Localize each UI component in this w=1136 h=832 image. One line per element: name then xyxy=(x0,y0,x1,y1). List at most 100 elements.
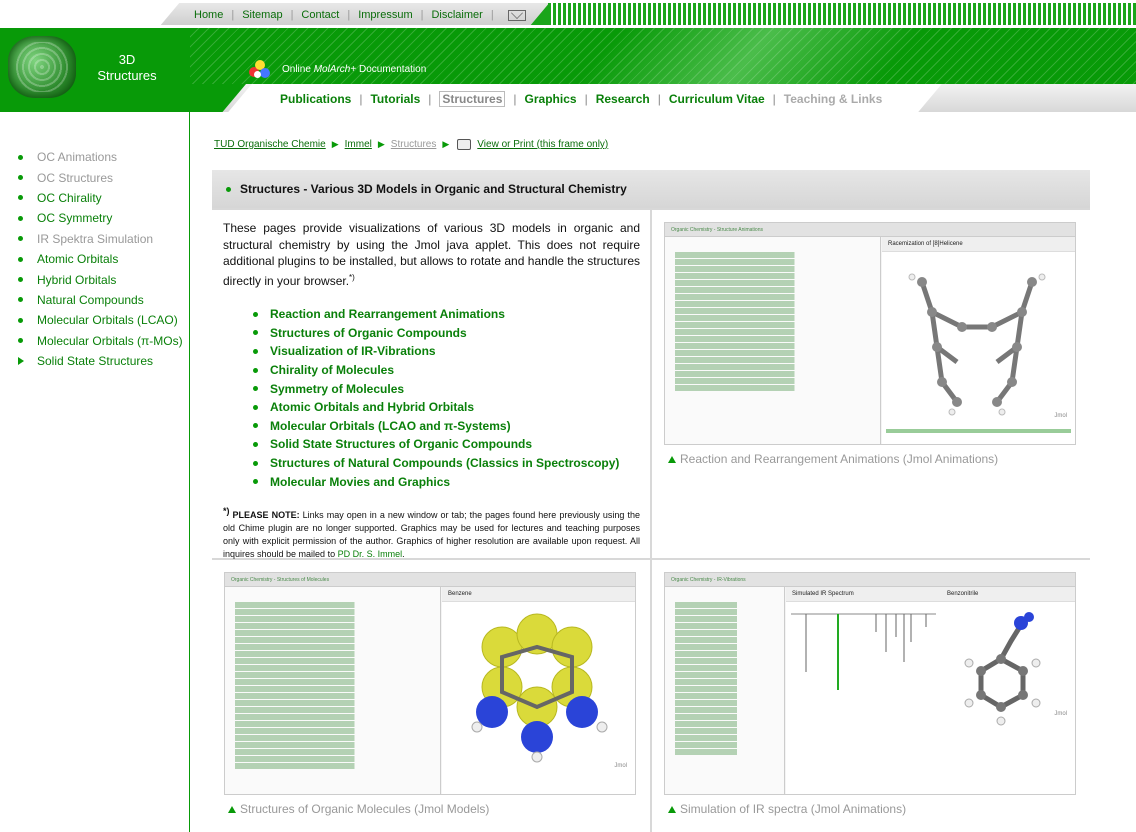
bullet-icon xyxy=(253,386,258,392)
caption-ir-spectra[interactable]: Simulation of IR spectra (Jmol Animation… xyxy=(668,802,906,816)
link-symmetry[interactable]: Symmetry of Molecules xyxy=(253,379,640,398)
thumb-titlebar: Organic Chemistry - IR-Vibrations xyxy=(665,573,1075,587)
bullet-icon xyxy=(253,348,258,354)
sidebar-item-hybrid-orbitals[interactable]: Hybrid Orbitals xyxy=(18,269,183,289)
bullet-icon xyxy=(18,256,23,262)
sidebar-item-atomic-orbitals[interactable]: Atomic Orbitals xyxy=(18,249,183,269)
bullet-icon xyxy=(253,311,258,317)
molarch-icon xyxy=(247,58,273,80)
screenshot-animations[interactable]: Organic Chemistry - Structure Animations… xyxy=(664,222,1076,445)
sidebar-item-mo-lcao[interactable]: Molecular Orbitals (LCAO) xyxy=(18,310,183,330)
breadcrumb-tud[interactable]: TUD Organische Chemie xyxy=(214,139,326,150)
link-ir-vibrations[interactable]: Visualization of IR-Vibrations xyxy=(253,342,640,361)
site-title: 3D Structures xyxy=(97,52,157,83)
molecule-logo-icon[interactable] xyxy=(8,36,76,98)
breadcrumb: TUD Organische Chemie ▶ Immel ▶ Structur… xyxy=(214,139,608,150)
caption-animations[interactable]: Reaction and Rearrangement Animations (J… xyxy=(668,452,998,466)
animation-slider[interactable] xyxy=(886,429,1071,433)
link-organic-structures[interactable]: Structures of Organic Compounds xyxy=(253,324,640,343)
top-link-sitemap[interactable]: Sitemap xyxy=(242,9,282,21)
top-bar xyxy=(0,0,1136,28)
top-link-impressum[interactable]: Impressum xyxy=(358,9,412,21)
content-box: Structures - Various 3D Models in Organi… xyxy=(212,170,1090,832)
breadcrumb-structures[interactable]: Structures xyxy=(391,139,437,150)
nav-research[interactable]: Research xyxy=(596,92,650,106)
ir-spectrum-plot xyxy=(791,613,936,690)
intro-text: These pages provide visualizations of va… xyxy=(223,221,640,288)
bullet-icon xyxy=(18,215,23,221)
thumbnail-animations: Organic Chemistry - Structure Animations… xyxy=(652,210,1090,558)
bullet-icon xyxy=(253,479,258,485)
thumb-tree xyxy=(225,587,441,794)
sidebar-item-ir-spektra[interactable]: IR Spektra Simulation xyxy=(18,229,183,249)
nav-publications[interactable]: Publications xyxy=(280,92,351,106)
nav-curriculum-vitae[interactable]: Curriculum Vitae xyxy=(669,92,765,106)
print-link[interactable]: View or Print (this frame only) xyxy=(477,139,608,150)
bullet-icon xyxy=(18,338,23,344)
sidebar-item-oc-chirality[interactable]: OC Chirality xyxy=(18,188,183,208)
sidebar-item-mo-pi[interactable]: Molecular Orbitals (π-MOs) xyxy=(18,331,183,351)
printer-icon[interactable] xyxy=(457,139,472,150)
sidebar-item-oc-structures[interactable]: OC Structures xyxy=(18,167,183,187)
screenshot-ir-spectra[interactable]: Organic Chemistry - IR-Vibrations Simula… xyxy=(664,572,1076,795)
bullet-icon xyxy=(253,404,258,410)
link-natural-compounds[interactable]: Structures of Natural Compounds (Classic… xyxy=(253,454,640,473)
bullet-icon xyxy=(253,423,258,429)
sidebar-item-solid-state[interactable]: Solid State Structures xyxy=(18,351,183,371)
nav-structures[interactable]: Structures xyxy=(439,91,506,107)
benzene-orbital-model xyxy=(471,613,608,763)
top-link-contact[interactable]: Contact xyxy=(301,9,339,21)
breadcrumb-immel[interactable]: Immel xyxy=(345,139,372,150)
thumb-titlebar: Organic Chemistry - Structures of Molecu… xyxy=(225,573,635,587)
sidebar-item-natural-compounds[interactable]: Natural Compounds xyxy=(18,290,183,310)
triangle-right-icon: ▶ xyxy=(442,139,450,149)
decorative-stripes xyxy=(548,3,1136,25)
bullet-icon xyxy=(226,186,231,192)
top-link-disclaimer[interactable]: Disclaimer xyxy=(431,9,482,21)
bullet-icon xyxy=(253,330,258,336)
site-subtitle[interactable]: Online MolArch+ Documentation xyxy=(282,64,426,75)
author-mail-link[interactable]: PD Dr. S. Immel xyxy=(338,549,403,559)
please-note: *) PLEASE NOTE: Links may open in a new … xyxy=(223,505,640,559)
link-reaction-animations[interactable]: Reaction and Rearrangement Animations xyxy=(253,305,640,324)
nav-tutorials[interactable]: Tutorials xyxy=(370,92,420,106)
thumb-tree xyxy=(665,587,785,794)
thumb-viewer: Simulated IR Spectrum Benzonitrile Jmol xyxy=(786,587,1075,794)
content-heading: Structures - Various 3D Models in Organi… xyxy=(212,170,1090,208)
screenshot-structures[interactable]: Organic Chemistry - Structures of Molecu… xyxy=(224,572,636,795)
triangle-right-icon: ▶ xyxy=(331,139,339,149)
link-atomic-hybrid-orbitals[interactable]: Atomic Orbitals and Hybrid Orbitals xyxy=(253,398,640,417)
bullet-icon xyxy=(18,154,23,160)
nav-teaching-links[interactable]: Teaching & Links xyxy=(784,92,882,106)
bullet-icon xyxy=(18,175,23,181)
mail-icon[interactable] xyxy=(507,9,526,21)
sidebar-item-oc-animations[interactable]: OC Animations xyxy=(18,147,183,167)
thumbnail-ir-spectra: Organic Chemistry - IR-Vibrations Simula… xyxy=(652,560,1090,832)
thumb-titlebar: Organic Chemistry - Structure Animations xyxy=(665,223,1075,237)
arrow-right-icon xyxy=(18,357,24,366)
triangle-up-icon xyxy=(668,805,676,813)
link-molecular-orbitals[interactable]: Molecular Orbitals (LCAO and π-Systems) xyxy=(253,417,640,436)
top-link-home[interactable]: Home xyxy=(194,9,223,21)
triangle-up-icon xyxy=(228,805,236,813)
caption-structures[interactable]: Structures of Organic Molecules (Jmol Mo… xyxy=(228,802,489,816)
bullet-icon xyxy=(18,297,23,303)
thumb-tree xyxy=(665,237,881,444)
top-links: Home | Sitemap | Contact | Impressum | Discl… xyxy=(194,9,526,21)
sidebar-item-oc-symmetry[interactable]: OC Symmetry xyxy=(18,208,183,228)
intro-panel: These pages provide visualizations of va… xyxy=(212,210,650,559)
link-solid-state[interactable]: Solid State Structures of Organic Compou… xyxy=(253,435,640,454)
bullet-icon xyxy=(18,317,23,323)
triangle-right-icon: ▶ xyxy=(377,139,385,149)
bullet-icon xyxy=(253,441,258,447)
link-chirality[interactable]: Chirality of Molecules xyxy=(253,361,640,380)
triangle-up-icon xyxy=(668,455,676,463)
thumb-viewer: Racemization of [8]Helicene Jmol xyxy=(882,237,1075,444)
link-movies-graphics[interactable]: Molecular Movies and Graphics xyxy=(253,472,640,491)
bullet-icon xyxy=(18,195,23,201)
sidebar: OC Animations OC Structures OC Chirality… xyxy=(0,112,190,832)
bullet-icon xyxy=(18,277,23,283)
thumb-viewer: Benzene Jmol xyxy=(442,587,635,794)
topic-links: Reaction and Rearrangement Animations St… xyxy=(253,305,640,491)
nav-graphics[interactable]: Graphics xyxy=(525,92,577,106)
